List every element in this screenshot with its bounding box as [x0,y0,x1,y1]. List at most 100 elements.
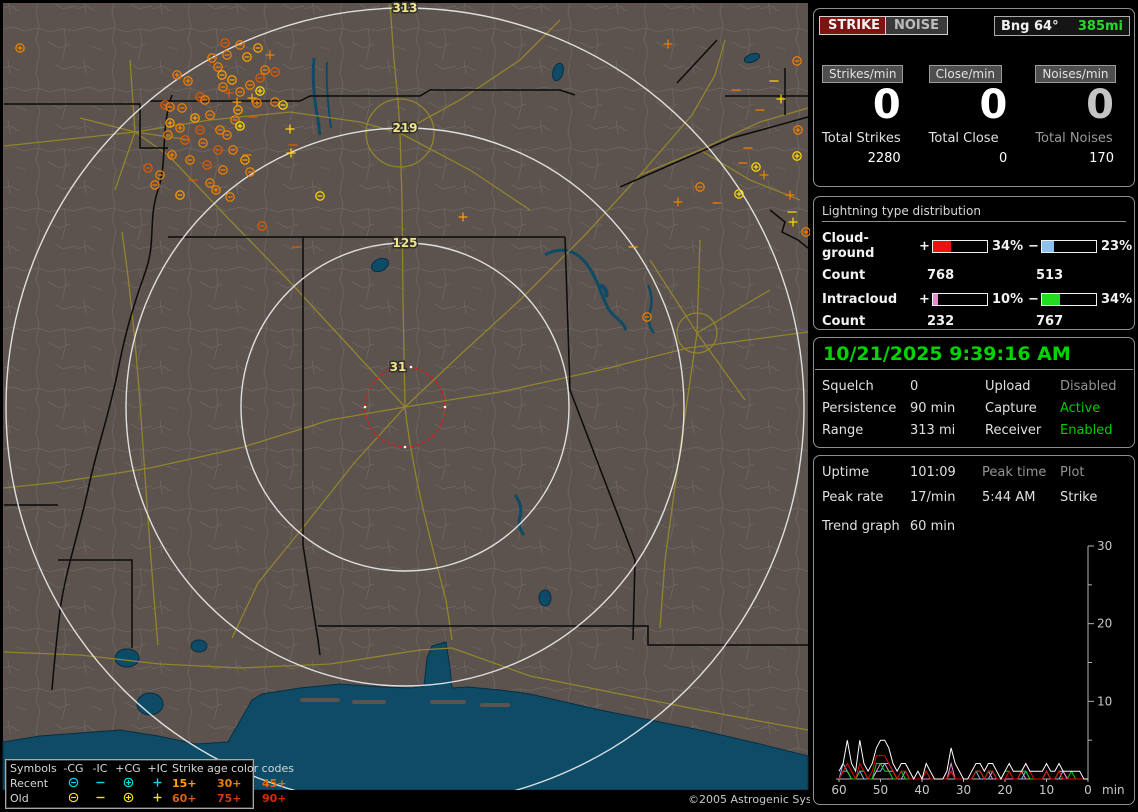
svg-text:20: 20 [997,783,1012,797]
receiver-status: Enabled [1060,423,1113,438]
lake [190,639,208,653]
strike-counter-panel: STRIKE NOISE Bng 64° 385mi Strikes/min 0… [813,8,1135,187]
legend-col-cg-neg: -CG [63,762,84,775]
uptime-label: Uptime [822,465,870,480]
legend-age-header: Strike age color codes [172,762,294,775]
svg-text:min: min [1102,783,1125,797]
ic-neg-count: 767 [1036,314,1064,329]
age-code-45: 45+ [262,777,287,790]
svg-text:60: 60 [831,783,846,797]
range-value: 313 mi [910,423,956,438]
total-close-label: Total Close [928,131,999,146]
minus-sign: − [1028,292,1039,307]
noise-button[interactable]: NOISE [885,16,949,35]
count-label: Count [822,314,866,329]
svg-text:20: 20 [1097,617,1112,631]
age-code-15: 15+ [172,777,197,790]
uptime-value: 101:09 [910,465,956,480]
svg-text:0: 0 [1084,783,1092,797]
strikes-per-min-counter: Strikes/min 0 Total Strikes 2280 [814,63,921,181]
persistence-label: Persistence [822,401,897,416]
peak-rate-label: Peak rate [822,490,884,505]
total-strikes-value: 2280 [867,151,901,166]
cg-pos-recent-icon [113,776,143,791]
ic-neg-recent-icon [87,776,113,791]
cg-pos-pct: 34% [992,238,1024,254]
legend-old-label: Old [10,792,29,805]
ic-pos-bar [932,293,988,306]
age-code-30: 30+ [217,777,242,790]
cg-pos-bar-fill [933,240,952,252]
persistence-value: 90 min [910,401,956,416]
ic-neg-bar [1041,293,1097,306]
squelch-value: 0 [910,379,919,394]
legend-recent-label: Recent [10,777,49,790]
cloud-ground-row: Cloud-ground + 34% − 23% [822,231,1134,261]
total-strikes-label: Total Strikes [822,131,901,146]
noises-per-min-value: 0 [1086,82,1114,128]
svg-text:30: 30 [1097,539,1112,553]
count-label: Count [822,268,866,283]
receiver-label: Receiver [985,423,1042,438]
age-code-75: 75+ [217,792,242,805]
cg-pos-bar [932,239,988,253]
legend-col-cg-pos: +CG [115,762,141,775]
strike-button[interactable]: STRIKE [819,16,890,35]
age-code-60: 60+ [172,792,197,805]
strike-trend-chart: 10 20 30 60 50 40 30 20 10 0 min [831,539,1125,797]
cg-pos-count: 768 [927,268,955,283]
total-noises-value: 170 [1089,151,1114,166]
noises-per-min-counter: Noises/min 0 Total Noises 170 [1027,63,1134,181]
trend-panel: Uptime 101:09 Peak time Plot Peak rate 1… [813,455,1135,805]
range-label: Range [822,423,864,438]
lake [136,692,164,716]
intracloud-label: Intracloud [822,292,898,307]
plus-sign: + [919,292,930,307]
noises-per-min-chip[interactable]: Noises/min [1035,65,1116,83]
svg-text:31: 31 [390,360,407,374]
plot-value: Strike [1060,490,1098,505]
peak-rate-value: 17/min [910,490,956,505]
cg-neg-pct: 23% [1101,238,1133,254]
bearing-distance: 385mi [1077,18,1123,34]
ic-pos-count: 232 [927,314,955,329]
ic-neg-bar-fill [1042,294,1061,305]
svg-text:219: 219 [392,121,417,135]
close-per-min-chip[interactable]: Close/min [928,65,1003,83]
strikes-per-min-chip[interactable]: Strikes/min [822,65,904,83]
ic-pos-recent-icon [143,776,172,791]
svg-text:10: 10 [1039,783,1054,797]
ic-pos-bar-fill [933,294,939,305]
close-per-min-value: 0 [979,82,1008,128]
strikes-per-min-value: 0 [872,82,901,128]
ic-neg-old-icon [87,791,113,806]
svg-text:30: 30 [956,783,971,797]
close-per-min-counter: Close/min 0 Total Close 0 [921,63,1028,181]
svg-text:40: 40 [914,783,929,797]
squelch-label: Squelch [822,379,874,394]
cg-pos-old-icon [113,791,143,806]
datetime-display: 10/21/2025 9:39:16 AM [815,338,1133,370]
lightning-distribution-panel: Lightning type distribution Cloud-ground… [813,196,1135,330]
bearing-indicator: Bng 64° 385mi [994,16,1130,36]
capture-label: Capture [985,401,1037,416]
trend-graph-label: Trend graph [822,519,900,534]
intracloud-count-row: Count 232 767 [822,314,1134,329]
plus-sign: + [919,238,930,254]
lightning-map[interactable]: 313 219 125 31 ©2005 Astrogenic Systems [0,0,810,812]
svg-text:10: 10 [1097,694,1112,708]
capture-status: Active [1060,401,1101,416]
bearing-label: Bng 64° [1001,18,1059,34]
svg-text:313: 313 [392,1,417,15]
lake [538,589,552,607]
cg-neg-old-icon [60,791,87,806]
status-panel: 10/21/2025 9:39:16 AM Squelch 0 Upload D… [813,337,1135,448]
upload-status: Disabled [1060,379,1117,394]
age-code-90: 90+ [262,792,287,805]
map-legend: Symbols -CG -IC +CG +IC Strike age color… [5,759,294,809]
legend-col-ic-neg: -IC [92,762,108,775]
total-noises-label: Total Noises [1035,131,1113,146]
cg-neg-bar-fill [1042,240,1055,252]
intracloud-row: Intracloud + 10% − 34% [822,292,1134,307]
distribution-header: Lightning type distribution [822,204,1126,222]
